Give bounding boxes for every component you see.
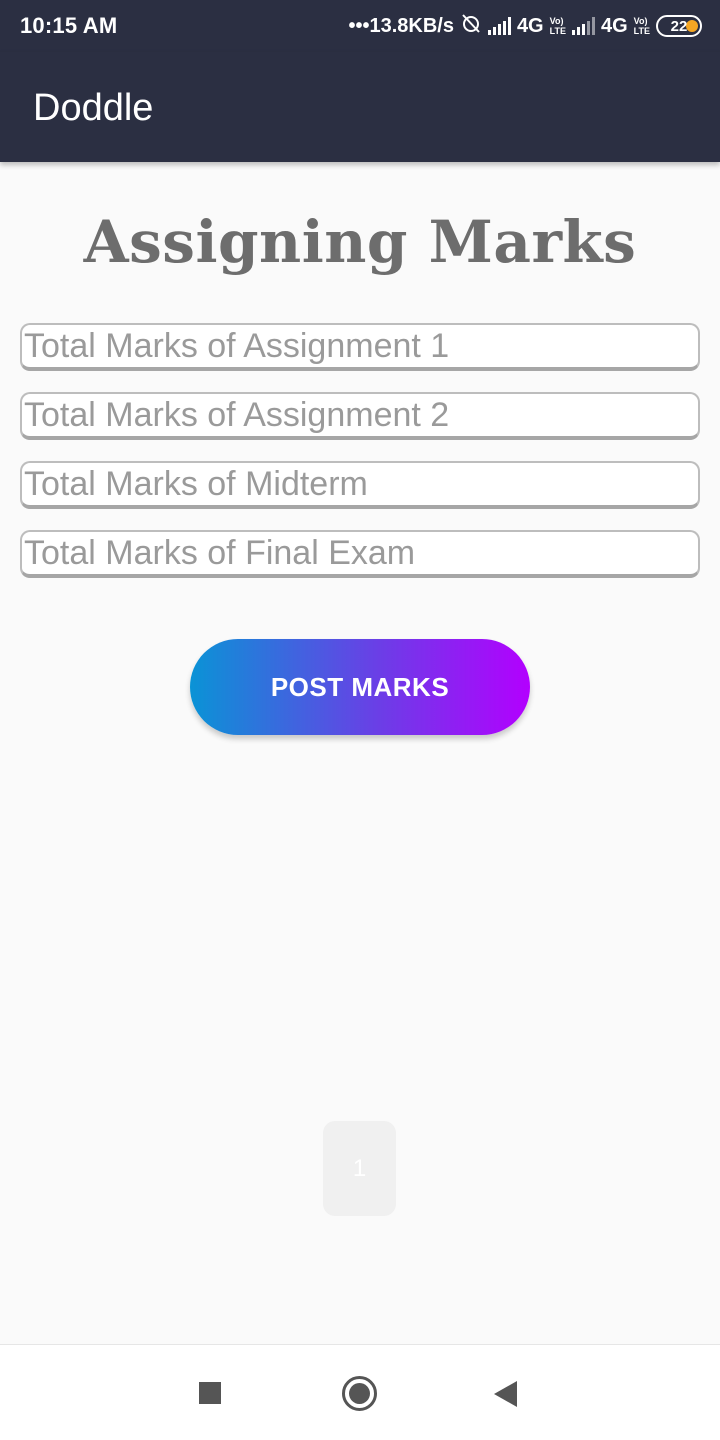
network-type-1: 4G xyxy=(516,14,544,37)
assignment-1-marks-input[interactable] xyxy=(22,325,698,367)
status-time: 10:15 AM xyxy=(20,13,118,38)
page-indicator: 1 xyxy=(323,1121,396,1216)
system-nav-bar xyxy=(0,1344,720,1440)
network-speed: •••13.8KB/s xyxy=(348,14,454,37)
assignment-2-marks-field[interactable] xyxy=(20,392,700,440)
signal-icon xyxy=(571,17,595,35)
battery-icon: 22 xyxy=(656,15,702,37)
midterm-marks-field[interactable] xyxy=(20,461,700,509)
alarm-off-icon xyxy=(460,12,482,40)
status-icons: •••13.8KB/s 4G Vo) LTE 4G Vo) LTE 22 xyxy=(348,12,702,40)
post-marks-button[interactable]: POST MARKS xyxy=(190,639,530,735)
back-icon[interactable] xyxy=(494,1381,517,1407)
status-bar: 10:15 AM •••13.8KB/s 4G Vo) LTE 4G Vo) LTE… xyxy=(0,0,720,52)
home-icon[interactable] xyxy=(342,1376,377,1411)
app-title: Doddle xyxy=(33,87,154,129)
final-exam-marks-field[interactable] xyxy=(20,530,700,578)
recents-icon[interactable] xyxy=(199,1382,221,1404)
signal-icon xyxy=(487,17,511,35)
network-type-2: 4G xyxy=(600,14,628,37)
assignment-2-marks-input[interactable] xyxy=(22,394,698,436)
final-exam-marks-input[interactable] xyxy=(22,532,698,574)
volte-icon: Vo) LTE xyxy=(633,16,650,36)
battery-level: 22 xyxy=(670,17,688,35)
app-bar: Doddle xyxy=(0,52,720,162)
midterm-marks-input[interactable] xyxy=(22,463,698,505)
volte-icon: Vo) LTE xyxy=(549,16,566,36)
page-title: Assigning Marks xyxy=(83,208,637,276)
assignment-1-marks-field[interactable] xyxy=(20,323,700,371)
